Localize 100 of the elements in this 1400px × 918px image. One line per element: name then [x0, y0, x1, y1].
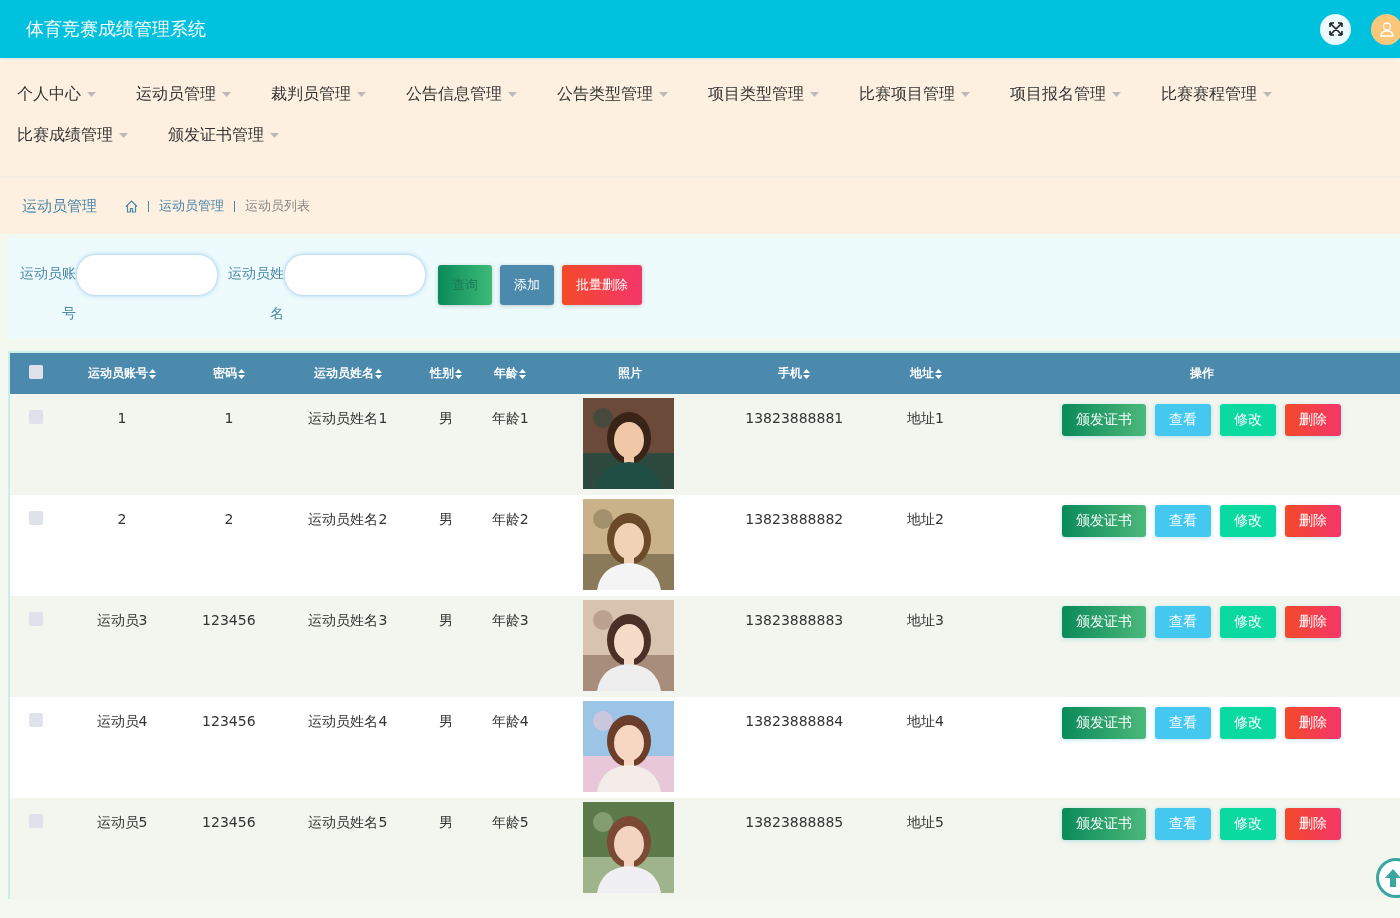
menu-item[interactable]: 比赛赛程管理 [1161, 82, 1272, 106]
table-cell: 运动员姓名2 [308, 511, 388, 527]
row-checkbox[interactable] [29, 511, 44, 525]
issue-button[interactable]: 颁发证书 [1062, 404, 1147, 436]
menu-item[interactable]: 项目报名管理 [1010, 82, 1121, 106]
table-cell: 男 [438, 511, 453, 527]
field-label: 运动员账号 [19, 264, 76, 323]
column-header: 运动员姓名 [313, 365, 374, 382]
table-cell: 男 [438, 713, 453, 729]
delete-button[interactable]: 删除 [1285, 404, 1342, 436]
table-cell: 运动员5 [96, 814, 148, 830]
caret-icon [270, 132, 279, 138]
view-button[interactable]: 查看 [1155, 404, 1212, 436]
column-header: 年龄 [494, 365, 519, 382]
menu-item[interactable]: 比赛成绩管理 [17, 123, 128, 147]
table-cell: 123456 [202, 612, 256, 628]
caret-icon [119, 132, 128, 138]
table-cell: 运动员姓名1 [308, 410, 388, 426]
table-cell: 123456 [202, 814, 256, 830]
table-cell: 男 [438, 814, 453, 830]
caret-icon [1112, 91, 1121, 97]
table-cell: 地址3 [907, 612, 944, 628]
caret-icon [357, 91, 366, 97]
table-cell: 13823888883 [745, 612, 844, 628]
caret-icon [508, 91, 517, 97]
delete-button[interactable]: 删除 [1285, 505, 1342, 537]
user-avatar-icon[interactable] [1371, 13, 1400, 45]
column-header: 性别 [429, 365, 454, 382]
menu-item[interactable]: 个人中心 [17, 82, 96, 106]
table-cell: 年龄5 [491, 814, 529, 830]
table-cell: 13823888885 [745, 814, 844, 830]
sort-icon[interactable] [148, 368, 156, 379]
table-cell: 13823888884 [745, 713, 844, 729]
sort-icon[interactable] [934, 368, 942, 379]
table-cell: 年龄1 [491, 410, 529, 426]
menu-item[interactable]: 颁发证书管理 [168, 123, 279, 147]
column-header: 地址 [909, 365, 934, 382]
caret-icon [659, 91, 668, 97]
issue-button[interactable]: 颁发证书 [1062, 505, 1147, 537]
table-cell: 2 [224, 511, 234, 527]
breadcrumb-link[interactable]: 运动员管理 [159, 197, 224, 215]
table-cell: 1 [224, 410, 234, 426]
sort-icon[interactable] [803, 368, 811, 379]
table-cell: 运动员4 [96, 713, 148, 729]
delete-button[interactable]: 删除 [1285, 606, 1342, 638]
issue-button[interactable]: 颁发证书 [1062, 707, 1147, 739]
table-cell: 运动员姓名5 [308, 814, 388, 830]
delete-button[interactable]: 批量删除 [562, 265, 642, 305]
caret-icon [1263, 91, 1272, 97]
table-cell: 地址5 [907, 814, 944, 830]
view-button[interactable]: 查看 [1155, 505, 1212, 537]
caret-icon [810, 91, 819, 97]
table-cell: 13823888881 [745, 410, 844, 426]
search-field[interactable] [76, 254, 218, 296]
breadcrumb-current: 运动员列表 [245, 197, 310, 215]
sort-icon[interactable] [454, 368, 462, 379]
sort-icon[interactable] [519, 368, 527, 379]
table-cell: 运动员姓名3 [308, 612, 388, 628]
table-cell: 运动员姓名4 [308, 713, 388, 729]
table-cell: 地址2 [907, 511, 944, 527]
menu-item[interactable]: 公告类型管理 [557, 82, 668, 106]
table-cell: 1 [117, 410, 127, 426]
column-header: 运动员账号 [87, 365, 148, 382]
table-cell: 13823888882 [745, 511, 844, 527]
home-icon[interactable] [125, 199, 138, 213]
table-cell: 男 [438, 612, 453, 628]
caret-icon [961, 91, 970, 97]
view-button[interactable]: 查看 [1155, 606, 1212, 638]
table-cell: 年龄4 [491, 713, 529, 729]
menu-item[interactable]: 项目类型管理 [708, 82, 819, 106]
view-button[interactable]: 查看 [1155, 707, 1212, 739]
delete-button[interactable]: 删除 [1285, 808, 1342, 840]
view-button[interactable]: 查看 [1155, 808, 1212, 840]
column-header: 手机 [778, 365, 803, 382]
column-header: 操作 [1189, 365, 1214, 382]
sort-icon[interactable] [374, 368, 382, 379]
column-header: 密码 [212, 365, 237, 382]
table-cell: 男 [438, 410, 453, 426]
page-title: 运动员管理 [22, 196, 97, 216]
fullscreen-icon[interactable] [1320, 13, 1351, 45]
field-label: 运动员姓名 [227, 264, 284, 323]
menu-item[interactable]: 裁判员管理 [271, 82, 366, 106]
table-cell: 年龄2 [491, 511, 529, 527]
select-all-checkbox[interactable] [29, 365, 44, 379]
menu-item[interactable]: 公告信息管理 [406, 82, 517, 106]
table-cell: 2 [117, 511, 127, 527]
delete-button[interactable]: 删除 [1285, 707, 1342, 739]
issue-button[interactable]: 颁发证书 [1062, 808, 1147, 840]
menu-item[interactable]: 运动员管理 [136, 82, 231, 106]
add-button[interactable]: 添加 [500, 265, 554, 305]
table-cell: 地址4 [907, 713, 944, 729]
issue-button[interactable]: 颁发证书 [1062, 606, 1147, 638]
row-checkbox[interactable] [29, 713, 44, 727]
table-cell: 地址1 [907, 410, 944, 426]
column-header: 照片 [617, 365, 642, 382]
caret-icon [87, 91, 96, 97]
search-field[interactable] [284, 254, 426, 296]
menu-item[interactable]: 比赛项目管理 [859, 82, 970, 106]
table-cell: 年龄3 [491, 612, 529, 628]
sort-icon[interactable] [237, 368, 245, 379]
